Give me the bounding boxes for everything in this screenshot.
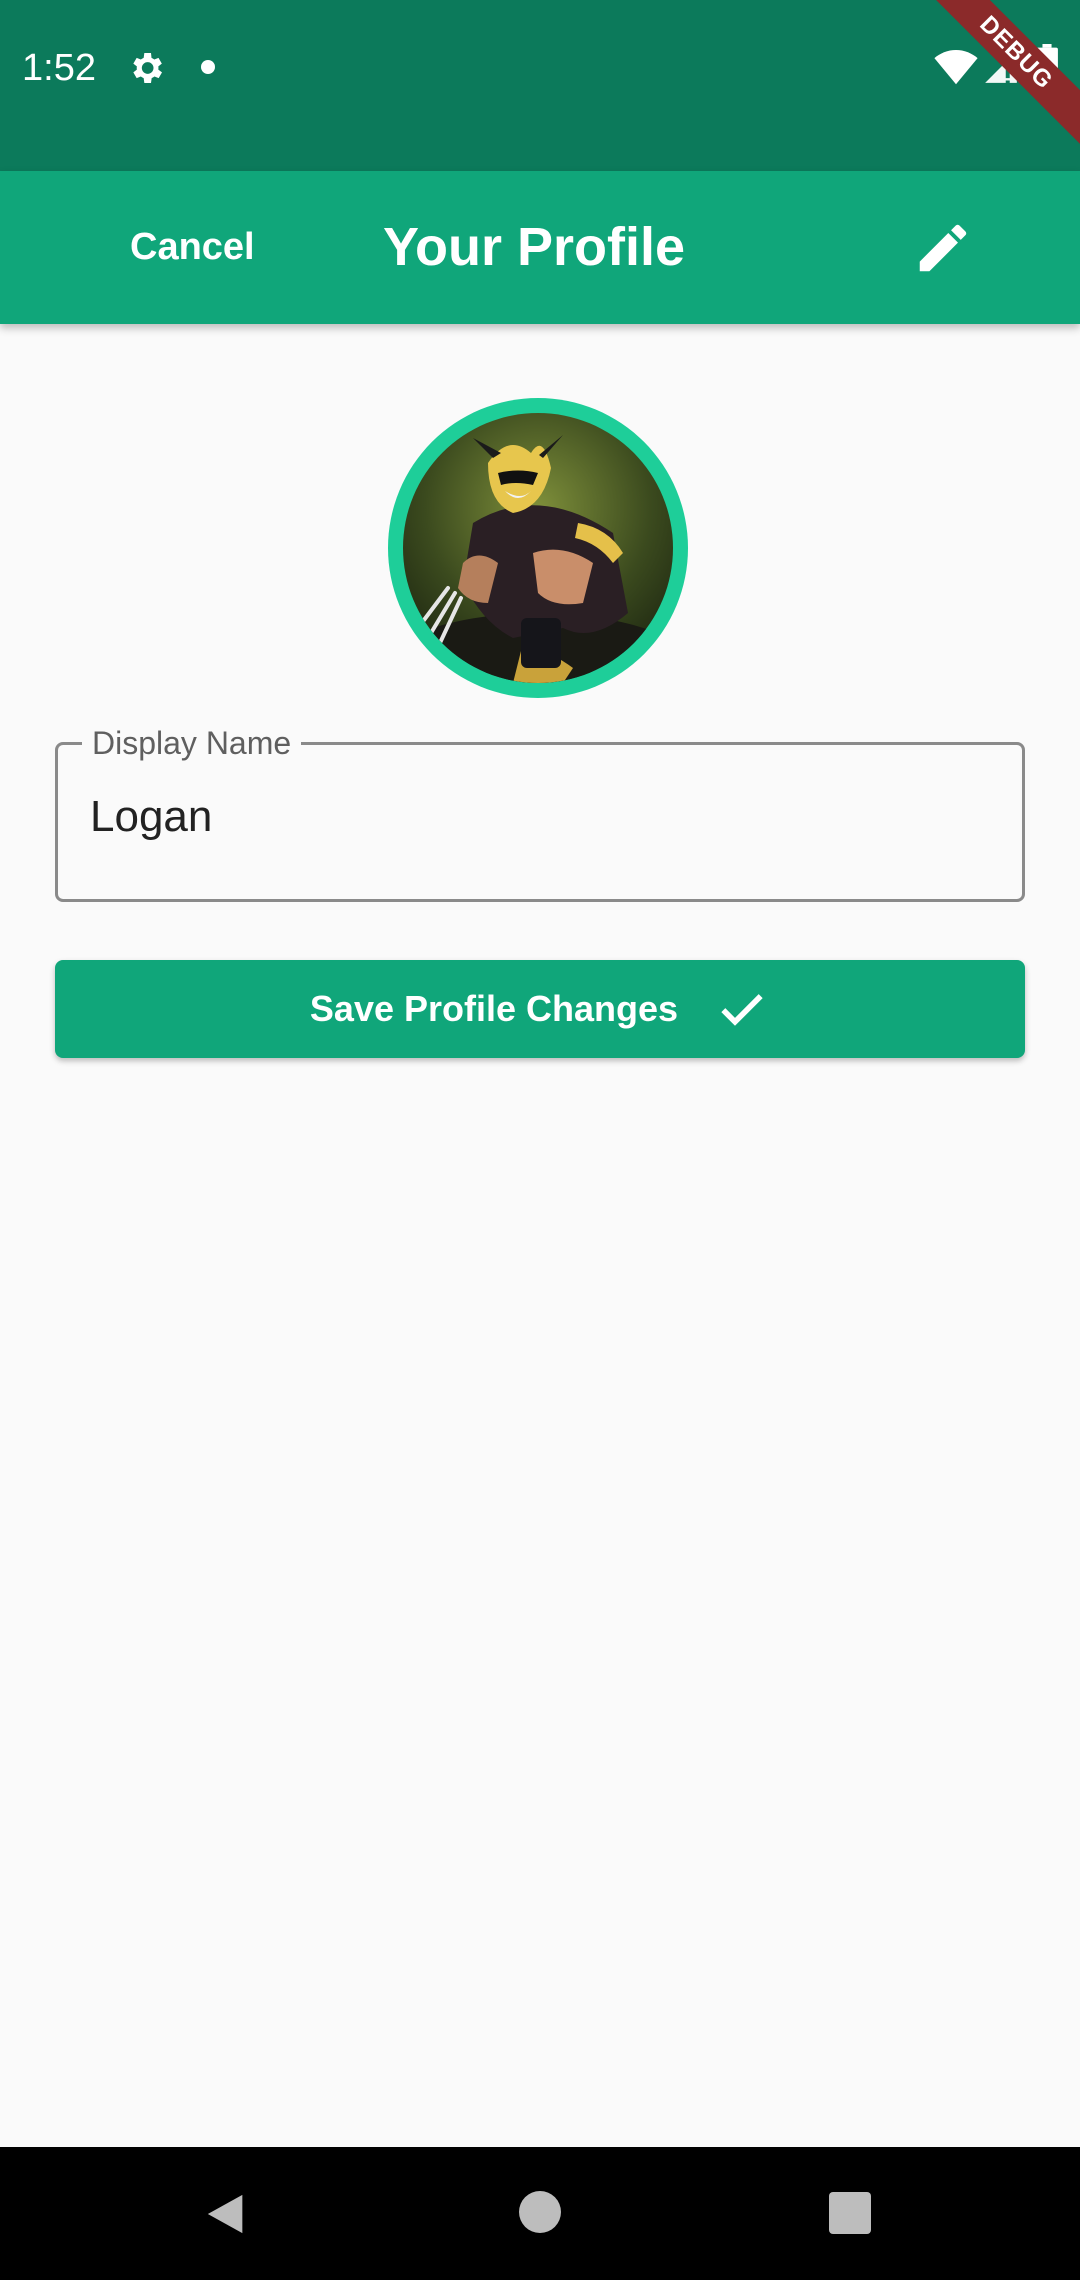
notification-dot-icon (201, 60, 215, 74)
back-icon[interactable] (204, 2191, 250, 2237)
edit-button[interactable] (902, 207, 984, 289)
status-time: 1:52 (22, 47, 96, 89)
app-bar: Cancel Your Profile (0, 171, 1080, 324)
avatar[interactable] (388, 398, 688, 698)
display-name-input[interactable] (88, 781, 992, 853)
home-icon[interactable] (519, 2191, 561, 2233)
check-icon (721, 994, 763, 1026)
debug-banner-label: DEBUG (920, 0, 1080, 152)
status-bar: 1:52 DEBUG (0, 0, 1080, 171)
pencil-icon (919, 224, 967, 272)
display-name-label: Display Name (82, 725, 302, 761)
gear-icon (133, 53, 162, 83)
system-nav-bar (0, 2147, 1080, 2280)
avatar-image (403, 413, 673, 683)
recents-icon[interactable] (829, 2192, 871, 2234)
cancel-button[interactable]: Cancel (100, 215, 285, 279)
save-profile-button[interactable]: Save Profile Changes (55, 960, 1025, 1058)
debug-banner: DEBUG (920, 0, 1080, 160)
display-name-field[interactable]: Display Name (55, 725, 1025, 902)
avatar-wolverine-image (403, 413, 673, 683)
save-profile-label: Save Profile Changes (309, 988, 679, 1029)
